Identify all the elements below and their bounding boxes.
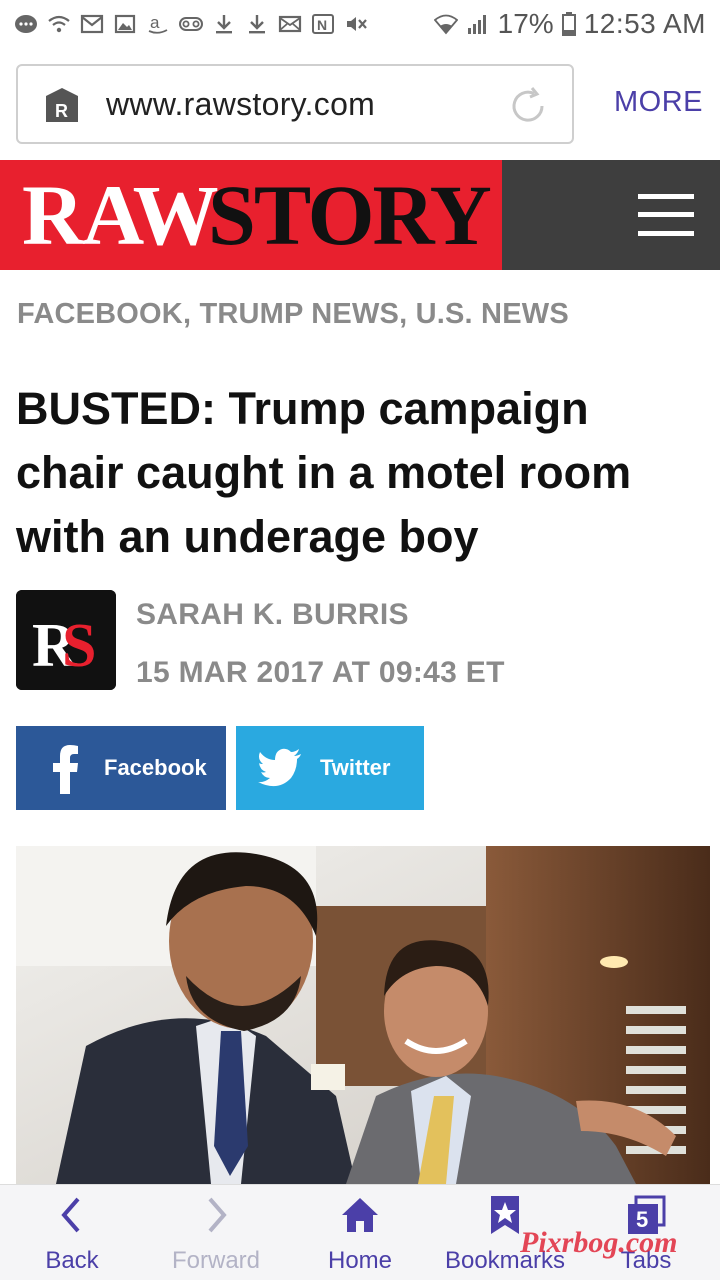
email-icon — [278, 13, 302, 35]
author-name[interactable]: SARAH K. BURRIS — [136, 598, 409, 632]
article-photo — [16, 846, 710, 1184]
back-button[interactable]: Back — [22, 1185, 122, 1280]
svg-text:N: N — [317, 17, 327, 33]
reload-icon[interactable] — [506, 84, 550, 128]
clock: 12:53 AM — [583, 8, 706, 39]
messenger-icon — [14, 13, 38, 35]
amazon-icon: a — [146, 13, 170, 35]
rawstory-logo[interactable]: RAW STORY — [0, 160, 502, 270]
gallery-icon — [113, 13, 137, 35]
download-icon — [245, 13, 269, 35]
forward-button[interactable]: Forward — [160, 1185, 272, 1280]
twitter-icon — [258, 748, 302, 788]
address-bar[interactable]: R www.rawstory.com — [16, 64, 574, 144]
article-categories[interactable]: FACEBOOK, TRUMP NEWS, U.S. NEWS — [17, 298, 569, 331]
twitter-share-button[interactable]: Twitter — [236, 726, 424, 810]
bookmark-star-icon — [491, 1196, 519, 1234]
forward-label: Forward — [171, 1247, 261, 1274]
more-button[interactable]: MORE — [614, 86, 703, 119]
voicemail-icon — [179, 13, 203, 35]
wifi-call-icon — [47, 13, 71, 35]
notification-icons: a N — [14, 13, 368, 35]
facebook-share-button[interactable]: Facebook — [16, 726, 226, 810]
battery-icon — [561, 12, 576, 36]
site-header: RAW STORY — [0, 160, 720, 270]
facebook-share-label: Facebook — [104, 755, 207, 780]
author-avatar: R S — [16, 590, 116, 690]
home-button[interactable]: Home — [306, 1185, 414, 1280]
mute-icon — [344, 13, 368, 35]
facebook-icon — [46, 742, 86, 794]
watermark-text: Pixrbog.com — [520, 1226, 678, 1259]
svg-text:R: R — [55, 101, 68, 121]
twitter-share-label: Twitter — [320, 755, 391, 780]
svg-text:S: S — [62, 612, 96, 680]
logo-story-text: STORY — [208, 167, 492, 263]
logo-raw-text: RAW — [22, 167, 219, 263]
site-favicon-icon: R — [44, 86, 80, 124]
gmail-icon — [80, 13, 104, 35]
back-label: Back — [45, 1247, 99, 1274]
signal-icon — [466, 13, 490, 35]
wifi-icon — [433, 13, 458, 35]
hamburger-icon — [638, 194, 694, 236]
nfc-icon: N — [311, 13, 335, 35]
battery-percent: 17% — [497, 8, 554, 39]
article-date: 15 MAR 2017 AT 09:43 ET — [136, 656, 505, 689]
svg-text:a: a — [150, 13, 160, 32]
url-text[interactable]: www.rawstory.com — [106, 86, 375, 123]
chevron-left-icon — [61, 1197, 80, 1233]
chevron-right-icon — [208, 1197, 227, 1233]
article-headline: BUSTED: Trump campaign chair caught in a… — [16, 383, 632, 562]
home-icon — [342, 1198, 378, 1232]
system-status: 17% 12:53 AM — [433, 8, 706, 40]
status-bar: a N 17% 12:53 AM — [0, 0, 720, 48]
home-label: Home — [327, 1247, 393, 1274]
menu-button[interactable] — [502, 160, 720, 270]
download-icon — [212, 13, 236, 35]
